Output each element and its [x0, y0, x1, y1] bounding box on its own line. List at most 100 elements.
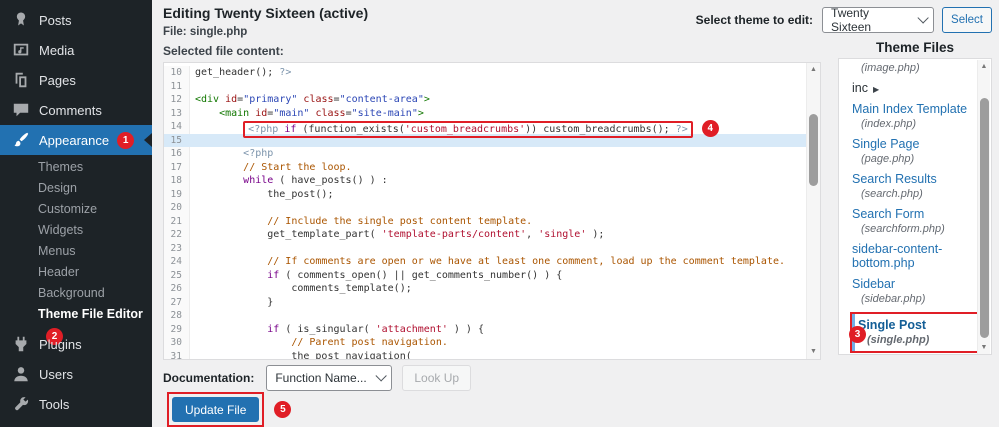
code-line-19[interactable]: 19 the_post(); [164, 187, 806, 201]
code-line-27[interactable]: 27 } [164, 295, 806, 309]
theme-file-filename: (searchform.php) [861, 223, 945, 235]
code-line-13[interactable]: 13 <main id="main" class="site-main"> [164, 106, 806, 120]
code-line-12[interactable]: 12 <div id="primary" class="content-area"… [164, 93, 806, 107]
annotation-badge-4: 4 [701, 120, 719, 137]
sidebar-item-users[interactable]: Users [0, 359, 152, 389]
code-line-18[interactable]: 18 while ( have_posts() ) : [164, 174, 806, 188]
sidebar-item-tools[interactable]: Tools [0, 389, 152, 419]
theme-files-scrollbar[interactable]: ▲ ▼ [977, 60, 990, 354]
theme-file-link[interactable]: Single Post [858, 318, 973, 332]
theme-files-scrollbar-thumb[interactable] [980, 98, 989, 338]
appearance-submenu: Themes Design Customize Widgets Menus Header B… [0, 155, 152, 345]
look-up-button[interactable]: Look Up [402, 365, 472, 391]
theme-file-link[interactable]: Search Results [852, 172, 991, 186]
code-line-25[interactable]: 25 if ( comments_open() || get_comments_… [164, 268, 806, 282]
code-line-14[interactable]: 14 <?php if (function_exists('custom_bre… [164, 120, 806, 138]
code-line-30[interactable]: 30 // Parent post navigation. [164, 336, 806, 350]
theme-file-link[interactable]: sidebar-content-bottom.php [852, 242, 991, 270]
scroll-down-icon[interactable]: ▼ [978, 342, 990, 354]
code-token: get_template_part( [267, 229, 382, 240]
scroll-down-icon[interactable]: ▼ [807, 346, 820, 358]
theme-file-item-single-post[interactable]: 3 Single Post (single.php) [849, 312, 981, 353]
code-line-23[interactable]: 23 [164, 241, 806, 256]
sidebar-item-posts[interactable]: Posts [0, 5, 152, 35]
sidebar-item-plugins[interactable]: Plugins [0, 329, 152, 359]
scroll-up-icon[interactable]: ▲ [807, 64, 820, 76]
submenu-item-label: Design [38, 181, 77, 195]
editor-scrollbar-thumb[interactable] [809, 114, 818, 186]
theme-file-link[interactable]: Search Form [852, 207, 991, 221]
sidebar-item-comments[interactable]: Comments [0, 95, 152, 125]
code-line-29[interactable]: 29 if ( is_singular( 'attachment' ) ) { [164, 322, 806, 336]
code-area[interactable]: 10 get_header(); ?> 11 12 <div id="primary" … [164, 63, 806, 359]
code-text: get_template_part( 'template-parts/conte… [190, 228, 604, 242]
theme-file-link[interactable]: Sidebar [852, 277, 991, 291]
code-editor[interactable]: 10 get_header(); ?> 11 12 <div id="primary" … [163, 62, 821, 360]
line-number: 17 [164, 160, 190, 174]
theme-file-link[interactable]: Single Page [852, 137, 991, 151]
select-theme-button[interactable]: Select [942, 7, 992, 33]
theme-file-filename: (search.php) [861, 188, 923, 200]
theme-file-item-single-page[interactable]: Single Page (page.php) [852, 137, 991, 165]
sidebar-item-appearance[interactable]: Appearance 1 [0, 125, 152, 155]
submenu-item-background[interactable]: Background [0, 283, 152, 304]
code-line-28[interactable]: 28 [164, 309, 806, 323]
submenu-item-menus[interactable]: Menus [0, 241, 152, 262]
editor-scrollbar[interactable]: ▲ ▼ [806, 63, 820, 359]
code-line-20[interactable]: 20 [164, 201, 806, 215]
code-line-11[interactable]: 11 [164, 79, 806, 93]
sidebar-item-label: Comments [39, 102, 102, 118]
code-line-10[interactable]: 10 get_header(); ?> [164, 66, 806, 80]
line-number: 31 [164, 349, 190, 359]
code-line-17[interactable]: 17 // Start the loop. [164, 160, 806, 174]
submenu-item-theme-file-editor[interactable]: Theme File Editor2 [0, 304, 152, 345]
code-text: // Parent post navigation. [190, 336, 448, 350]
submenu-item-widgets[interactable]: Widgets [0, 220, 152, 241]
theme-file-item-sidebar-content-bottom-php[interactable]: sidebar-content-bottom.php [852, 242, 991, 270]
line-number: 28 [164, 309, 190, 323]
theme-file-item-main-index-template[interactable]: Main Index Template (index.php) [852, 102, 991, 130]
code-token: ( is_singular( [279, 323, 376, 335]
code-text: <div id="primary" class="content-area"> [190, 93, 430, 107]
select-theme-label: Select theme to edit: [695, 13, 814, 27]
code-token: <?php [243, 148, 274, 159]
code-token: 'template-parts/content' [381, 229, 527, 240]
code-token: id [255, 107, 268, 119]
submenu-item-label: Background [38, 286, 105, 300]
submenu-item-customize[interactable]: Customize [0, 199, 152, 220]
sidebar-item-media[interactable]: Media [0, 35, 152, 65]
code-line-16[interactable]: 16 <?php [164, 147, 806, 161]
code-token: ?> [279, 67, 292, 78]
update-file-button[interactable]: Update File [172, 397, 260, 422]
submenu-item-design[interactable]: Design [0, 178, 152, 199]
theme-file-link[interactable]: Main Index Template [852, 102, 991, 116]
submenu-item-header[interactable]: Header [0, 262, 152, 283]
sidebar-item-pages[interactable]: Pages [0, 65, 152, 95]
line-number: 29 [164, 322, 190, 336]
code-token: while [243, 175, 274, 186]
code-line-31[interactable]: 31 the_post_navigation( [164, 349, 806, 359]
theme-select-dropdown[interactable]: Twenty Sixteen [822, 6, 935, 34]
code-token: <div [195, 94, 220, 105]
submenu-item-themes[interactable]: Themes [0, 157, 152, 178]
theme-file-item-sidebar[interactable]: Sidebar (sidebar.php) [852, 277, 991, 305]
sidebar-item-label: Media [39, 42, 75, 58]
code-text: // Include the single post content templ… [190, 215, 532, 229]
line-number: 30 [164, 336, 190, 350]
code-token: 'attachment' [375, 323, 448, 335]
annotation-badge-3: 3 [849, 326, 866, 343]
documentation-dropdown[interactable]: Function Name... [266, 365, 393, 391]
line-number: 21 [164, 214, 190, 228]
scroll-up-icon[interactable]: ▲ [978, 61, 990, 73]
code-line-26[interactable]: 26 comments_template(); [164, 282, 806, 296]
theme-folder-inc[interactable]: inc ▶ [852, 81, 991, 95]
code-line-21[interactable]: 21 // Include the single post content te… [164, 214, 806, 229]
page-title: Editing Twenty Sixteen (active) [163, 5, 369, 21]
theme-file-item-search-results[interactable]: Search Results (search.php) [852, 172, 991, 200]
theme-file-item-search-form[interactable]: Search Form (searchform.php) [852, 207, 991, 235]
code-line-24[interactable]: 24 // If comments are open or we have at… [164, 255, 806, 269]
sidebar-item-settings[interactable]: Settings [0, 419, 152, 427]
code-line-22[interactable]: 22 get_template_part( 'template-parts/co… [164, 228, 806, 242]
